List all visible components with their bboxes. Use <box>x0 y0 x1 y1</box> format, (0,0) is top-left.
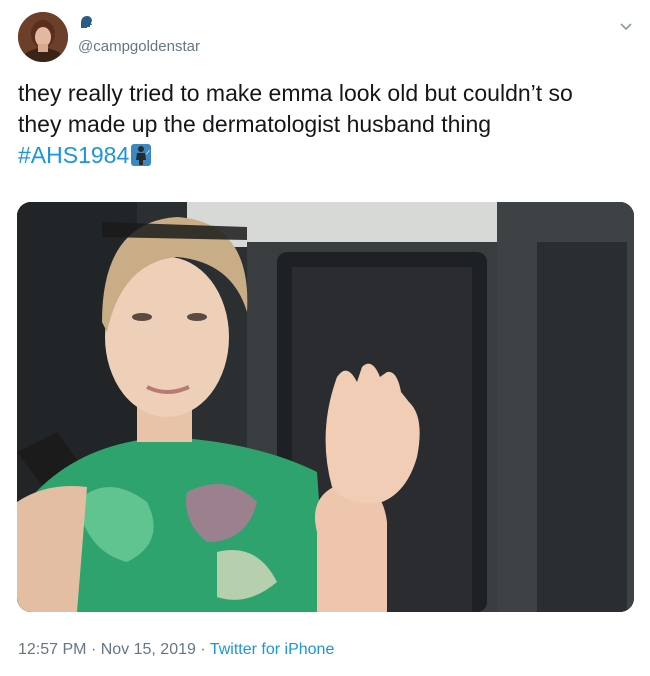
meta-separator: · <box>90 641 97 658</box>
user-handle[interactable]: @campgoldenstar <box>78 38 200 55</box>
tweet-text-line: they really tried to make emma look old … <box>18 80 573 106</box>
tweet-source-link[interactable]: Twitter for iPhone <box>210 641 335 658</box>
avatar[interactable] <box>18 12 68 62</box>
car-interior-photo <box>17 202 634 612</box>
hashtag-link[interactable]: #AHS1984 <box>18 142 129 168</box>
knife-slasher-emoji <box>131 144 152 166</box>
tweet-time[interactable]: 12:57 PM <box>18 641 86 658</box>
meta-separator: · <box>200 641 206 658</box>
profile-photo <box>18 12 68 62</box>
hashtag-line: #AHS1984 <box>18 140 633 171</box>
tweet-text-line: they made up the dermatologist husband t… <box>18 111 492 137</box>
speaking-head-icon <box>81 16 92 28</box>
tweet-text: they really tried to make emma look old … <box>18 78 633 171</box>
tweet-media[interactable] <box>17 202 634 612</box>
tweet-date[interactable]: Nov 15, 2019 <box>101 641 196 658</box>
chevron-down-icon[interactable] <box>618 18 634 34</box>
tweet-meta: 12:57 PM · Nov 15, 2019 · Twitter for iP… <box>18 641 334 659</box>
